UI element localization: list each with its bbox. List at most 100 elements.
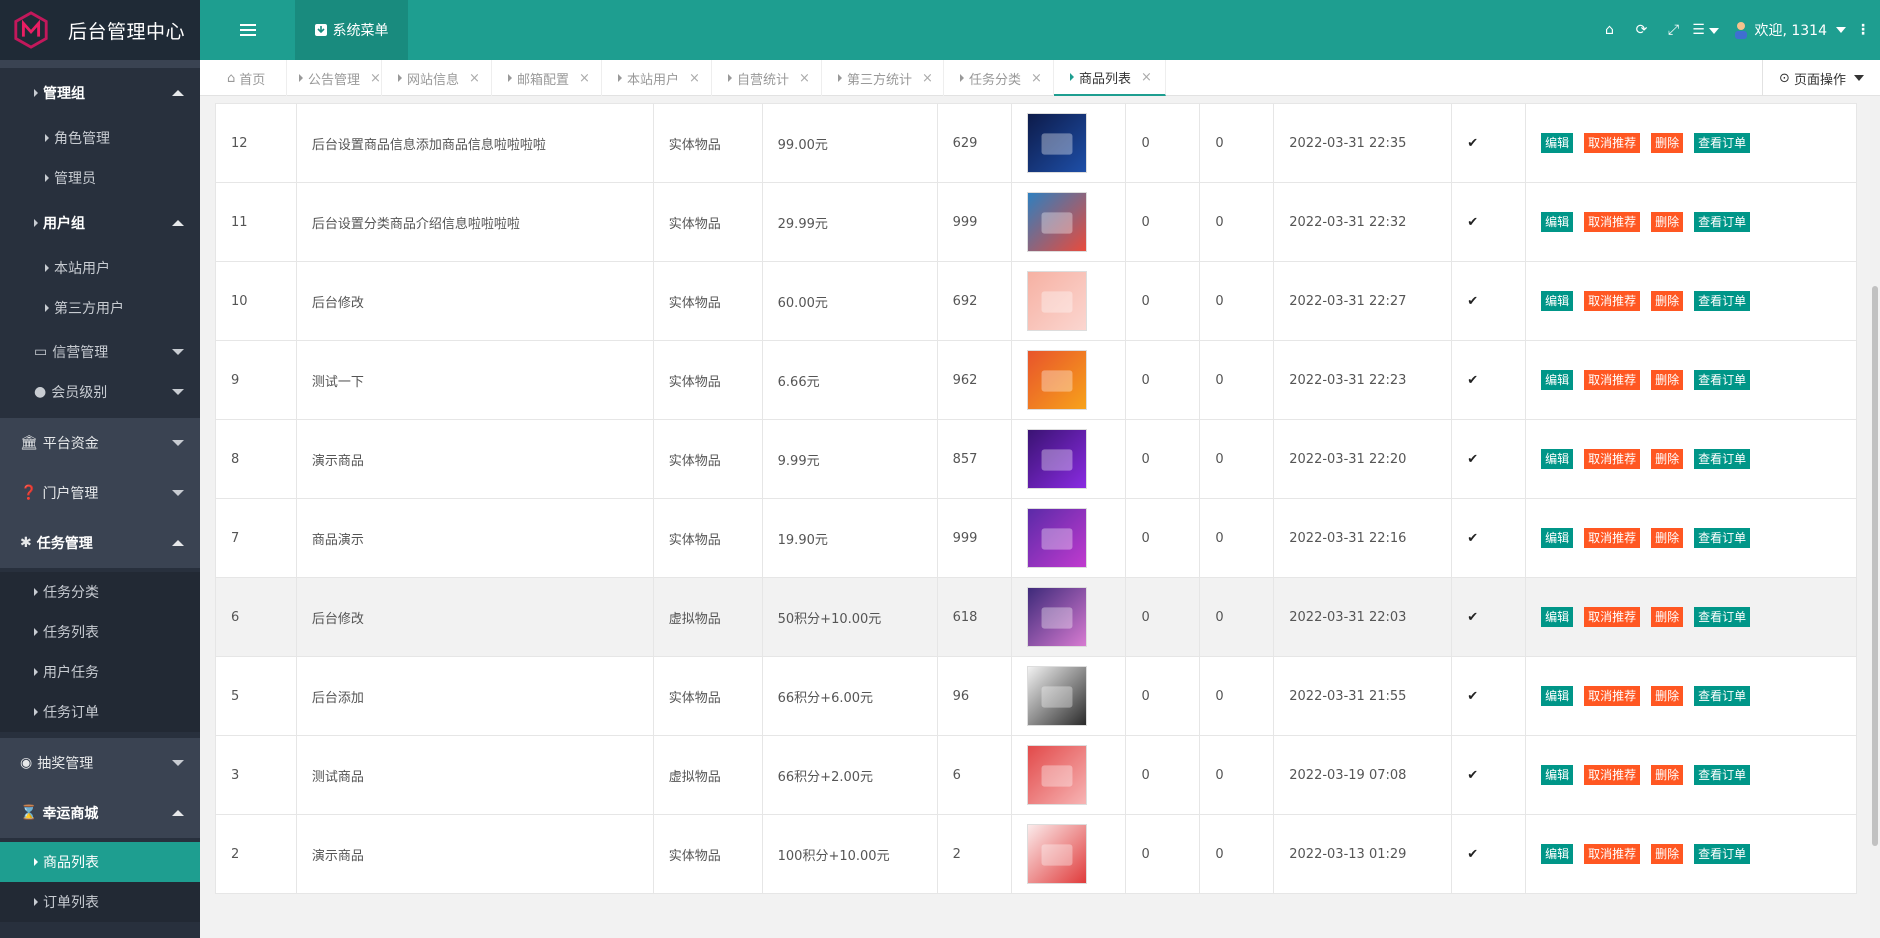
unrecommend-button[interactable]: 取消推荐 — [1584, 212, 1641, 232]
view-orders-button[interactable]: 查看订单 — [1694, 212, 1751, 232]
sidebar-item-site-users[interactable]: 本站用户 — [0, 248, 200, 288]
edit-button[interactable]: 编辑 — [1541, 686, 1574, 706]
close-icon[interactable]: × — [1141, 70, 1152, 85]
sidebar-item-portal-management[interactable]: ❓ 门户管理 — [0, 468, 200, 518]
tab-site-users[interactable]: 本站用户 × — [602, 60, 712, 96]
sidebar-item-platform-funds[interactable]: 🏛 平台资金 — [0, 418, 200, 468]
product-thumbnail[interactable] — [1026, 113, 1087, 173]
delete-button[interactable]: 删除 — [1651, 370, 1684, 390]
tab-home[interactable]: ⌂ 首页 — [200, 60, 287, 96]
unrecommend-button[interactable]: 取消推荐 — [1584, 133, 1641, 153]
sidebar-item-task-orders[interactable]: 任务订单 — [0, 692, 200, 732]
unrecommend-button[interactable]: 取消推荐 — [1584, 686, 1641, 706]
delete-button[interactable]: 删除 — [1651, 291, 1684, 311]
edit-button[interactable]: 编辑 — [1541, 212, 1574, 232]
view-orders-button[interactable]: 查看订单 — [1694, 686, 1751, 706]
view-orders-button[interactable]: 查看订单 — [1694, 765, 1751, 785]
sidebar-item-lucky-mall[interactable]: ⌛ 幸运商城 — [0, 788, 200, 838]
sidebar-item-user-tasks[interactable]: 用户任务 — [0, 652, 200, 692]
system-menu-button[interactable]: 系统菜单 — [295, 0, 408, 60]
close-icon[interactable]: × — [370, 71, 381, 86]
fullscreen-icon[interactable]: ⤢ — [1657, 22, 1689, 38]
edit-button[interactable]: 编辑 — [1541, 449, 1574, 469]
unrecommend-button[interactable]: 取消推荐 — [1584, 528, 1641, 548]
tab-third-party-stats[interactable]: 第三方统计 × — [822, 60, 944, 96]
close-icon[interactable]: × — [1031, 71, 1042, 86]
view-orders-button[interactable]: 查看订单 — [1694, 607, 1751, 627]
product-thumbnail[interactable] — [1026, 350, 1087, 410]
delete-button[interactable]: 删除 — [1651, 765, 1684, 785]
close-icon[interactable]: × — [689, 71, 700, 86]
edit-button[interactable]: 编辑 — [1541, 528, 1574, 548]
sidebar-item-task-management[interactable]: ✱ 任务管理 — [0, 518, 200, 568]
edit-button[interactable]: 编辑 — [1541, 291, 1574, 311]
unrecommend-button[interactable]: 取消推荐 — [1584, 449, 1641, 469]
product-thumbnail[interactable] — [1026, 192, 1087, 252]
view-orders-button[interactable]: 查看订单 — [1694, 291, 1751, 311]
list-menu-button[interactable]: ☰ — [1689, 22, 1721, 38]
product-thumbnail[interactable] — [1026, 508, 1087, 568]
sidebar-item-roles[interactable]: 角色管理 — [0, 118, 200, 158]
product-thumbnail[interactable] — [1026, 587, 1087, 647]
view-orders-button[interactable]: 查看订单 — [1694, 370, 1751, 390]
edit-button[interactable]: 编辑 — [1541, 370, 1574, 390]
sidebar-item-order-list[interactable]: 订单列表 — [0, 882, 200, 922]
sidebar-item-task-category[interactable]: 任务分类 — [0, 572, 200, 612]
product-thumbnail[interactable] — [1026, 271, 1087, 331]
tab-product-list[interactable]: 商品列表 × — [1054, 60, 1166, 96]
sidebar-item-third-party-users[interactable]: 第三方用户 — [0, 288, 200, 328]
edit-button[interactable]: 编辑 — [1541, 765, 1574, 785]
unrecommend-button[interactable]: 取消推荐 — [1584, 607, 1641, 627]
delete-button[interactable]: 删除 — [1651, 212, 1684, 232]
unrecommend-button[interactable]: 取消推荐 — [1584, 370, 1641, 390]
sidebar-item-credit-management[interactable]: ▭ 信营管理 — [0, 332, 200, 372]
sidebar-item-lottery-management[interactable]: ◉ 抽奖管理 — [0, 738, 200, 788]
view-orders-button[interactable]: 查看订单 — [1694, 133, 1751, 153]
delete-button[interactable]: 删除 — [1651, 686, 1684, 706]
unrecommend-button[interactable]: 取消推荐 — [1584, 765, 1641, 785]
edit-button[interactable]: 编辑 — [1541, 607, 1574, 627]
more-vertical-icon[interactable]: ⋮ — [1846, 22, 1880, 38]
delete-button[interactable]: 删除 — [1651, 844, 1684, 864]
home-icon[interactable]: ⌂ — [1593, 22, 1625, 38]
tab-site-info[interactable]: 网站信息 × — [382, 60, 492, 96]
delete-button[interactable]: 删除 — [1651, 449, 1684, 469]
sidebar-item-member-level[interactable]: ● 会员级别 — [0, 372, 200, 412]
product-thumbnail[interactable] — [1026, 429, 1087, 489]
close-icon[interactable]: × — [922, 71, 933, 86]
tab-mail-config[interactable]: 邮箱配置 × — [492, 60, 602, 96]
tab-self-stats[interactable]: 自营统计 × — [712, 60, 822, 96]
sidebar-item-admins[interactable]: 管理员 — [0, 158, 200, 198]
tab-announcements[interactable]: 公告管理 × — [287, 60, 382, 96]
close-icon[interactable]: × — [799, 71, 810, 86]
cell-type: 虚拟物品 — [652, 577, 763, 657]
close-icon[interactable]: × — [579, 71, 590, 86]
scrollbar[interactable] — [1870, 96, 1880, 938]
unrecommend-button[interactable]: 取消推荐 — [1584, 844, 1641, 864]
delete-button[interactable]: 删除 — [1651, 133, 1684, 153]
delete-button[interactable]: 删除 — [1651, 607, 1684, 627]
page-operations-button[interactable]: ⊙ 页面操作 — [1762, 60, 1880, 96]
edit-button[interactable]: 编辑 — [1541, 844, 1574, 864]
cell-type: 实体物品 — [652, 103, 763, 183]
user-menu[interactable]: 欢迎, 1314 — [1733, 20, 1846, 40]
sidebar-item-product-list[interactable]: 商品列表 — [0, 842, 200, 882]
edit-button[interactable]: 编辑 — [1541, 133, 1574, 153]
unrecommend-button[interactable]: 取消推荐 — [1584, 291, 1641, 311]
scrollbar-thumb[interactable] — [1872, 286, 1878, 846]
sidebar-item-task-list[interactable]: 任务列表 — [0, 612, 200, 652]
delete-button[interactable]: 删除 — [1651, 528, 1684, 548]
menu-toggle-button[interactable] — [200, 0, 295, 60]
sidebar-item-admin-group[interactable]: 管理组 — [0, 68, 200, 118]
cell-name: 后台设置分类商品介绍信息啦啦啦啦 — [295, 182, 654, 262]
close-icon[interactable]: × — [469, 71, 480, 86]
tab-task-category[interactable]: 任务分类 × — [944, 60, 1054, 96]
product-thumbnail[interactable] — [1026, 745, 1087, 805]
refresh-icon[interactable]: ⟳ — [1625, 22, 1657, 38]
product-thumbnail[interactable] — [1026, 824, 1087, 884]
view-orders-button[interactable]: 查看订单 — [1694, 844, 1751, 864]
product-thumbnail[interactable] — [1026, 666, 1087, 726]
sidebar-item-user-group[interactable]: 用户组 — [0, 198, 200, 248]
view-orders-button[interactable]: 查看订单 — [1694, 449, 1751, 469]
view-orders-button[interactable]: 查看订单 — [1694, 528, 1751, 548]
